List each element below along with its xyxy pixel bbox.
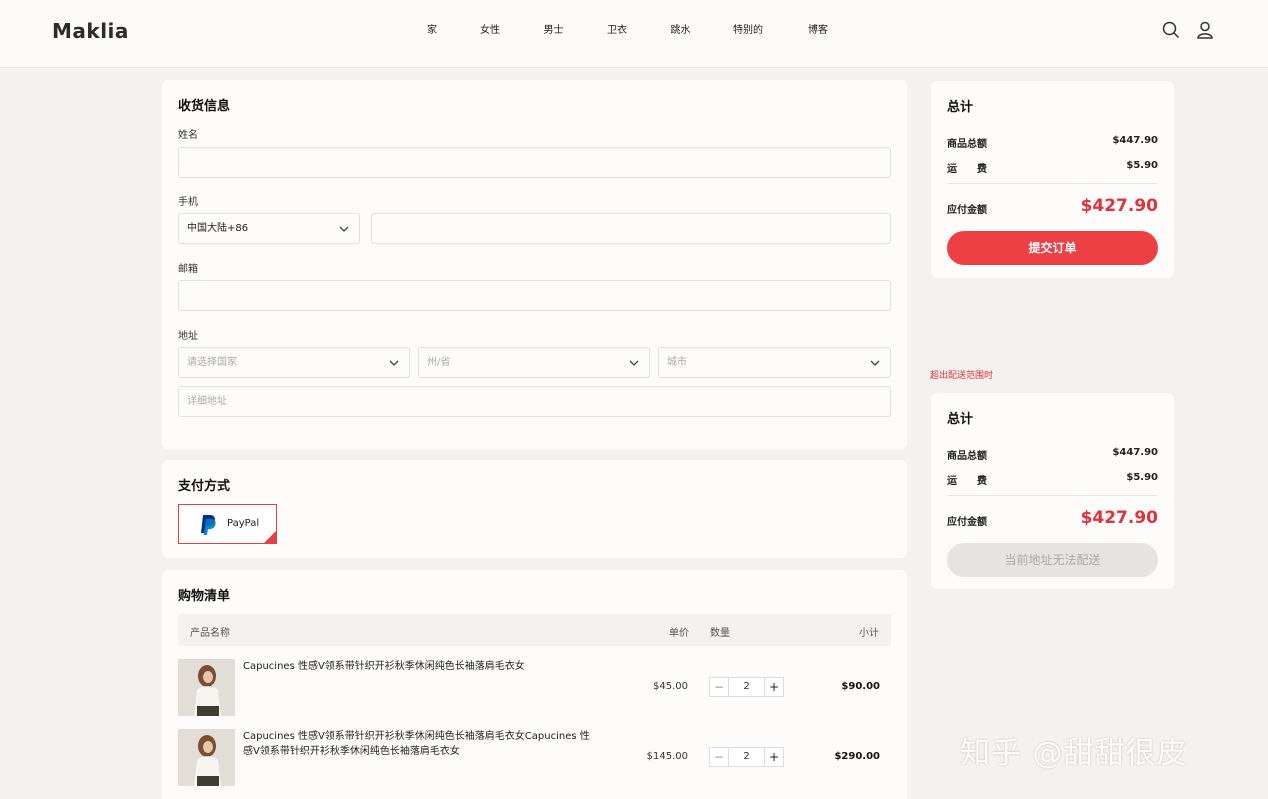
row-subtotal: $290.00	[834, 751, 880, 762]
quantity-value[interactable]: 2	[729, 678, 764, 696]
product-name[interactable]: Capucines 性感V领系带针织开衫秋季休闲纯色长袖落肩毛衣女	[243, 659, 593, 674]
summary-title: 总计	[947, 412, 974, 427]
nav-item-home[interactable]: 家	[410, 22, 454, 40]
decrease-button[interactable]: −	[710, 748, 729, 766]
nav-item-diving[interactable]: 跳水	[653, 22, 708, 40]
state-select[interactable]: 州/省	[418, 347, 650, 378]
shipping-info-card: 收货信息 姓名 手机 中国大陆+86 邮箱 地址 请选择国家 州/省 城市 详细…	[162, 80, 907, 449]
quantity-stepper: − 2 +	[709, 747, 784, 767]
shipping-fee-value: $5.90	[1126, 160, 1158, 171]
quantity-value[interactable]: 2	[729, 748, 764, 766]
nav-item-blog[interactable]: 博客	[788, 22, 848, 40]
header-actions	[1161, 20, 1215, 40]
column-header-product: 产品名称	[190, 628, 230, 639]
cart-row: Capucines 性感V领系带针织开衫秋季休闲纯色长袖落肩毛衣女 $45.00…	[178, 659, 891, 717]
cart-title: 购物清单	[178, 589, 231, 604]
email-field[interactable]	[178, 280, 891, 311]
top-navigation-bar: Maklia 家 女性 男士 卫衣 跳水 特别的 博客	[0, 0, 1268, 68]
increase-button[interactable]: +	[764, 678, 783, 696]
brand-logo-text: Maklia	[52, 19, 129, 43]
name-field[interactable]	[178, 147, 891, 178]
phone-region-select[interactable]: 中国大陆+86	[178, 213, 360, 244]
chevron-down-icon	[389, 360, 399, 366]
watermark-text: 知乎 @甜甜很皮	[960, 736, 1188, 771]
brand-logo[interactable]: Maklia	[52, 18, 129, 44]
payment-title: 支付方式	[178, 479, 231, 494]
goods-total-value: $447.90	[1112, 135, 1158, 146]
shipping-fee-value: $5.90	[1126, 472, 1158, 483]
shipping-fee-label: 运 费	[947, 164, 987, 175]
product-name[interactable]: Capucines 性感V领系带针织开衫秋季休闲纯色长袖落肩毛衣女Capucin…	[243, 729, 593, 759]
cart-row: Capucines 性感V领系带针织开衫秋季休闲纯色长袖落肩毛衣女Capucin…	[178, 729, 891, 787]
chevron-down-icon	[629, 360, 639, 366]
row-subtotal: $90.00	[841, 681, 880, 692]
payable-label: 应付金额	[947, 205, 987, 216]
undeliverable-button: 当前地址无法配送	[947, 543, 1158, 577]
chevron-down-icon	[870, 360, 880, 366]
cart-table-header: 产品名称 单价 数量 小计	[178, 614, 891, 646]
column-header-qty: 数量	[710, 628, 730, 639]
quantity-stepper: − 2 +	[709, 677, 784, 697]
state-placeholder: 州/省	[427, 357, 451, 368]
goods-total-value: $447.90	[1112, 447, 1158, 458]
country-select[interactable]: 请选择国家	[178, 347, 410, 378]
out-of-range-note: 超出配送范围时	[930, 371, 994, 381]
payable-value: $427.90	[1080, 196, 1158, 216]
city-select[interactable]: 城市	[658, 347, 891, 378]
phone-region-value: 中国大陆+86	[187, 223, 249, 234]
country-placeholder: 请选择国家	[187, 357, 237, 368]
payable-label: 应付金额	[947, 517, 987, 528]
order-summary-card: 总计 商品总额 $447.90 运 费 $5.90 应付金额 $427.90 提…	[931, 81, 1174, 278]
paypal-label: PayPal	[227, 518, 260, 529]
email-label: 邮箱	[178, 264, 198, 275]
chevron-down-icon	[339, 226, 349, 232]
submit-order-button[interactable]: 提交订单	[947, 231, 1158, 265]
phone-label: 手机	[178, 197, 198, 208]
product-thumbnail[interactable]	[178, 659, 235, 716]
shipping-title: 收货信息	[178, 99, 231, 114]
shipping-fee-label: 运 费	[947, 476, 987, 487]
main-nav: 家 女性 男士 卫衣 跳水 特别的 博客	[410, 22, 848, 40]
cart-card: 购物清单 产品名称 单价 数量 小计 Capucines 性感V领系带针织开衫秋…	[162, 570, 907, 799]
column-header-unit-price: 单价	[669, 628, 689, 639]
address-detail-field[interactable]: 详细地址	[178, 386, 891, 417]
user-icon[interactable]	[1195, 20, 1215, 40]
city-placeholder: 城市	[667, 357, 687, 368]
address-detail-placeholder: 详细地址	[187, 396, 227, 407]
goods-total-label: 商品总额	[947, 139, 987, 150]
nav-item-women[interactable]: 女性	[454, 22, 526, 40]
nav-item-special[interactable]: 特别的	[708, 22, 788, 40]
decrease-button[interactable]: −	[710, 678, 729, 696]
divider	[947, 495, 1158, 496]
search-icon[interactable]	[1161, 20, 1181, 40]
payment-card: 支付方式 PayPal	[162, 460, 907, 558]
unit-price: $145.00	[646, 751, 688, 762]
phone-field[interactable]	[371, 213, 891, 244]
unit-price: $45.00	[653, 681, 688, 692]
product-thumbnail[interactable]	[178, 729, 235, 786]
column-header-subtotal: 小计	[859, 628, 879, 639]
paypal-logo-icon	[201, 515, 216, 535]
summary-title: 总计	[947, 100, 974, 115]
address-label: 地址	[178, 331, 198, 342]
nav-item-men[interactable]: 男士	[526, 22, 581, 40]
order-summary-card-out-of-range: 总计 商品总额 $447.90 运 费 $5.90 应付金额 $427.90 当…	[931, 393, 1174, 589]
selected-check-icon	[264, 531, 276, 543]
paypal-option[interactable]: PayPal	[178, 504, 277, 544]
payable-value: $427.90	[1080, 508, 1158, 528]
nav-item-hoodies[interactable]: 卫衣	[581, 22, 653, 40]
divider	[947, 183, 1158, 184]
name-label: 姓名	[178, 130, 198, 141]
increase-button[interactable]: +	[764, 748, 783, 766]
goods-total-label: 商品总额	[947, 451, 987, 462]
